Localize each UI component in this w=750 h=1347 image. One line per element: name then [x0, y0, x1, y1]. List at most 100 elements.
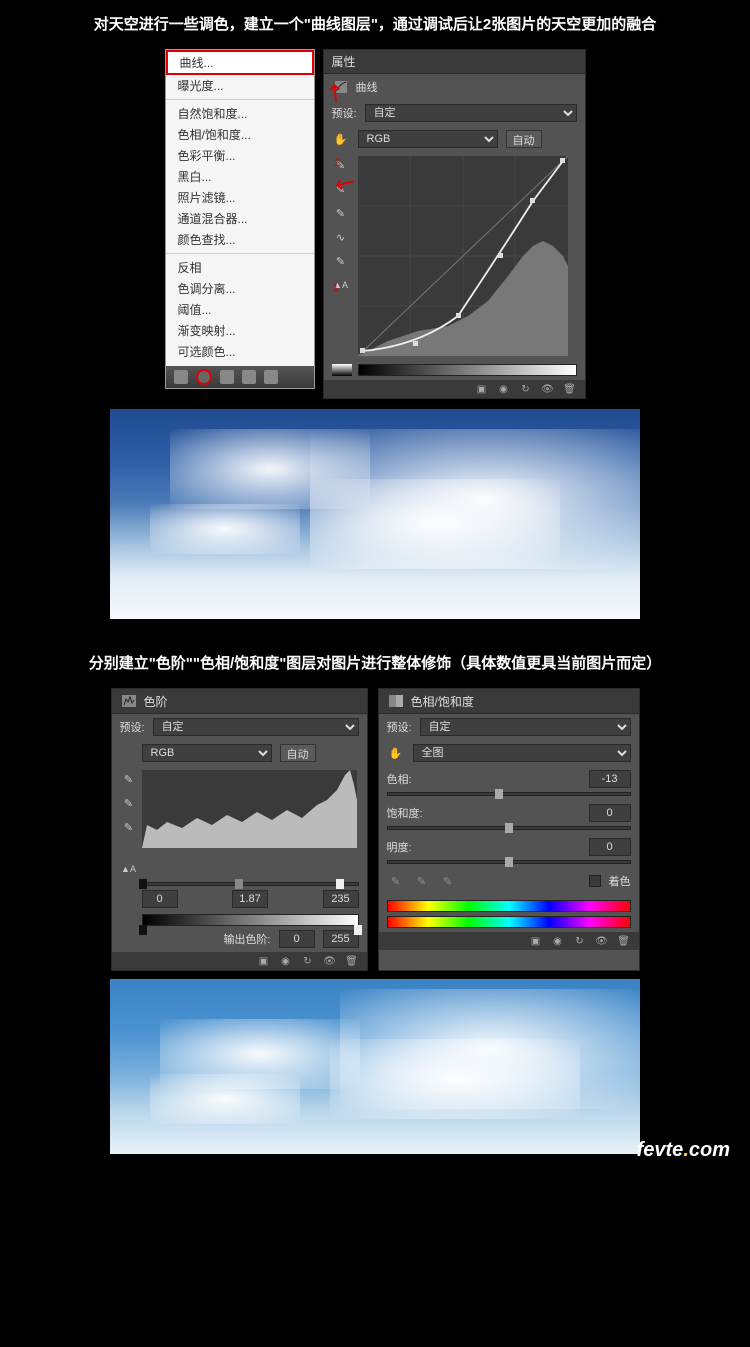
menu-item-exposure[interactable]: 曝光度... [166, 75, 314, 96]
output-levels-label: 输出色阶: [223, 931, 270, 947]
levels-icon [120, 692, 138, 710]
eyedropper-minus-icon[interactable]: ✎ [439, 872, 457, 890]
light-input[interactable] [589, 838, 631, 856]
view-previous-icon[interactable]: ◉ [279, 955, 293, 967]
trash-icon[interactable]: 🗑 [617, 935, 631, 947]
layer-bottom-toolbar [166, 366, 314, 388]
menu-item-channelmixer[interactable]: 通道混合器... [166, 208, 314, 229]
visibility-icon[interactable]: 👁 [541, 383, 555, 395]
colorize-checkbox[interactable] [589, 875, 601, 887]
preset-select[interactable]: 自定 [365, 104, 577, 122]
curve-point-icon[interactable]: ∿ [332, 228, 350, 246]
clip-to-layer-icon[interactable]: ▣ [529, 935, 543, 947]
sat-slider[interactable] [387, 826, 631, 830]
folder-icon[interactable] [220, 370, 234, 384]
menu-item-selectivecolor[interactable]: 可选颜色... [166, 341, 314, 362]
hand-icon[interactable]: ✋ [332, 130, 350, 148]
wm-suffix: com [689, 1139, 730, 1161]
preset-label: 预设: [120, 719, 145, 735]
annotation-num-1: 1 [333, 282, 339, 294]
light-label: 明度: [387, 839, 412, 855]
menu-item-gradmap[interactable]: 渐变映射... [166, 320, 314, 341]
wm-brand: fevte [637, 1139, 684, 1161]
huesat-preset-row: 预设: 自定 [379, 714, 639, 740]
levels-output-gradient[interactable] [142, 914, 359, 926]
huesat-panel: 色相/饱和度 预设: 自定 ✋ 全图 色相: 饱和度: 明度: [378, 688, 640, 971]
eyedropper-white-icon[interactable]: ✎ [120, 818, 138, 836]
curves-type-row: 曲线 [324, 74, 585, 100]
huesat-preset-select[interactable]: 自定 [420, 718, 631, 736]
menu-item-huesat[interactable]: 色相/饱和度... [166, 124, 314, 145]
hue-label: 色相: [387, 771, 412, 787]
levels-gray-input[interactable] [232, 890, 268, 908]
clip-to-layer-icon[interactable]: ▣ [475, 383, 489, 395]
reset-icon[interactable]: ↻ [573, 935, 587, 947]
levels-auto-button[interactable]: 自动 [280, 744, 316, 762]
trash-icon[interactable] [264, 370, 278, 384]
view-previous-icon[interactable]: ◉ [551, 935, 565, 947]
auto-button[interactable]: 自动 [506, 130, 542, 148]
eyedropper-plus-icon[interactable]: ✎ [413, 872, 431, 890]
menu-item-photofilter[interactable]: 照片滤镜... [166, 187, 314, 208]
huesat-title: 色相/饱和度 [411, 693, 474, 710]
sat-label: 饱和度: [387, 805, 423, 821]
sat-input[interactable] [589, 804, 631, 822]
eyedropper-gray-icon[interactable]: ✎ [120, 794, 138, 812]
sky-preview-image-1 [110, 409, 640, 619]
visibility-icon[interactable]: 👁 [595, 935, 609, 947]
levels-channel-select[interactable]: RGB [142, 744, 272, 762]
section2-title: 分别建立"色阶""色相/饱和度"图层对图片进行整体修饰（具体数值更具当前图片而定… [0, 649, 750, 678]
curve-draw-icon[interactable]: ✎ [332, 252, 350, 270]
levels-title: 色阶 [144, 693, 168, 710]
levels-header: 色阶 [112, 689, 367, 714]
adjustment-context-menu[interactable]: 曲线... 曝光度... 自然饱和度... 色相/饱和度... 色彩平衡... … [165, 49, 315, 389]
levels-preset-row: 预设: 自定 [112, 714, 367, 740]
levels-histogram[interactable] [142, 770, 357, 848]
menu-item-colorbalance[interactable]: 色彩平衡... [166, 145, 314, 166]
levels-panel: 色阶 预设: 自定 RGB 自动 ✎ ✎ ✎ ▲A [111, 688, 368, 971]
reset-icon[interactable]: ↻ [301, 955, 315, 967]
view-previous-icon[interactable]: ◉ [497, 383, 511, 395]
huesat-scope-row: ✋ 全图 [379, 740, 639, 766]
channel-select[interactable]: RGB [358, 130, 498, 148]
link-icon[interactable] [174, 370, 188, 384]
hue-input[interactable] [589, 770, 631, 788]
properties-curves-panel: 属性 曲线 预设: 自定 ✋ RGB 自动 ✎ ✎ ✎ [323, 49, 586, 399]
annotation-num-2: 2 [335, 157, 341, 169]
menu-item-colorlookup[interactable]: 颜色查找... [166, 229, 314, 250]
menu-item-bw[interactable]: 黑白... [166, 166, 314, 187]
hue-slider[interactable] [387, 792, 631, 796]
trash-icon[interactable]: 🗑 [563, 383, 577, 395]
hue-spectrum-bottom [387, 916, 631, 928]
eyedropper-black-icon[interactable]: ✎ [120, 770, 138, 788]
menu-item-posterize[interactable]: 色调分离... [166, 278, 314, 299]
clip-to-layer-icon[interactable]: ▣ [257, 955, 271, 967]
new-layer-icon[interactable] [242, 370, 256, 384]
output-black-input[interactable] [279, 930, 315, 948]
menu-item-invert[interactable]: 反相 [166, 257, 314, 278]
levels-white-input[interactable] [323, 890, 359, 908]
menu-item-vibrance[interactable]: 自然饱和度... [166, 103, 314, 124]
sky-preview-image-2 [110, 979, 640, 1154]
trash-icon[interactable]: 🗑 [345, 955, 359, 967]
levels-input-slider[interactable] [142, 882, 359, 886]
colorize-label: 着色 [609, 873, 631, 889]
menu-item-curves[interactable]: 曲线... [166, 50, 314, 75]
eyedropper-icon[interactable]: ✎ [387, 872, 405, 890]
clip-warning-icon[interactable]: ▲A [120, 860, 138, 878]
huesat-scope-select[interactable]: 全图 [413, 744, 631, 762]
huesat-footer: ▣ ◉ ↻ 👁 🗑 [379, 932, 639, 950]
levels-eyedroppers: ✎ ✎ ✎ ▲A [120, 770, 138, 878]
levels-black-input[interactable] [142, 890, 178, 908]
menu-item-threshold[interactable]: 阈值... [166, 299, 314, 320]
adjustment-layer-icon[interactable] [196, 369, 212, 385]
reset-icon[interactable]: ↻ [519, 383, 533, 395]
curves-graph[interactable] [358, 156, 568, 356]
visibility-icon[interactable]: 👁 [323, 955, 337, 967]
horizontal-gradient-bar [358, 364, 577, 376]
levels-channel-row: RGB 自动 [112, 740, 367, 766]
levels-preset-select[interactable]: 自定 [153, 718, 359, 736]
scrubby-icon[interactable]: ✋ [387, 744, 405, 762]
eyedropper-white-icon[interactable]: ✎ [332, 204, 350, 222]
light-slider[interactable] [387, 860, 631, 864]
